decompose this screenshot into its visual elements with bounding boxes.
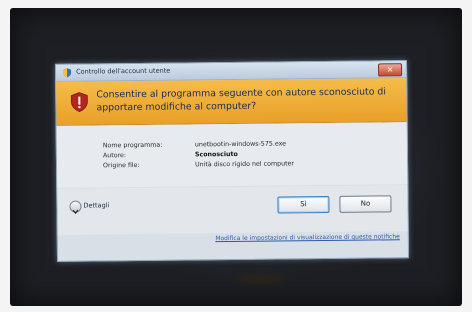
notification-settings-link[interactable]: Modifica le impostazioni di visualizzazi…	[58, 233, 400, 244]
warning-banner: Consentire al programma seguente con aut…	[56, 78, 407, 126]
chevron-down-icon[interactable]	[69, 200, 82, 215]
desktop-shadow	[225, 270, 295, 288]
no-button[interactable]: No	[339, 195, 392, 213]
program-details: Nome programma: unetbootin-windows-575.e…	[56, 122, 408, 188]
uac-dialog: Controllo dell'account utente ✕ Consenti…	[54, 60, 410, 262]
detail-value: unetbootin-windows-575.exe	[194, 140, 287, 149]
detail-value: Unità disco rigido nel computer	[195, 160, 295, 169]
detail-row-publisher: Autore: Sconosciuto	[103, 151, 238, 159]
yes-button[interactable]: Sì	[277, 195, 330, 214]
window-title: Controllo dell'account utente	[76, 66, 171, 76]
detail-value: Sconosciuto	[194, 150, 238, 159]
details-label[interactable]: Dettagli	[83, 201, 109, 209]
uac-shield-icon	[63, 68, 72, 78]
detail-row-program: Nome programma: unetbootin-windows-575.e…	[103, 140, 286, 149]
detail-row-origin: Origine file: Unità disco rigido nel com…	[103, 160, 294, 169]
button-bar: Dettagli Sì No	[57, 185, 408, 235]
close-button[interactable]: ✕	[377, 63, 403, 77]
detail-label: Nome programma:	[102, 141, 163, 150]
uac-question: Consentire al programma seguente con aut…	[96, 86, 387, 114]
detail-label: Origine file:	[103, 161, 140, 170]
detail-label: Autore:	[102, 152, 127, 160]
warning-shield-icon	[70, 92, 88, 113]
